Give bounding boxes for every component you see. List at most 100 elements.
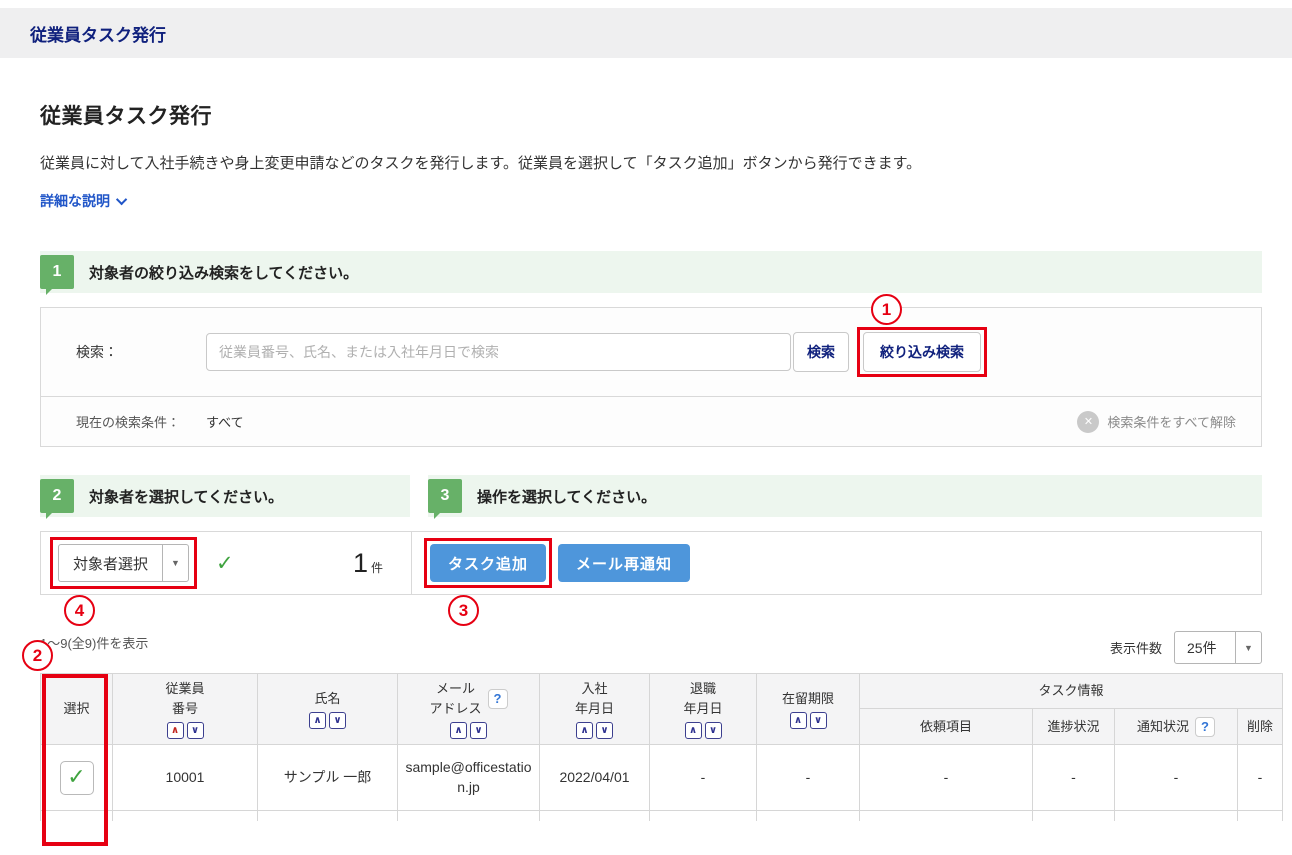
col-header-email-lines: メール アドレス	[429, 679, 481, 718]
cell-name: サンプル 一郎	[258, 745, 398, 811]
header-row-1: 選択 従業員 番号 ∧ ∨ 氏名 ∧ ∨	[41, 674, 1283, 709]
sort-asc-button[interactable]: ∧	[790, 712, 807, 729]
current-condition-label: 現在の検索条件：	[76, 412, 206, 431]
sort-buttons-employee-number: ∧ ∨	[167, 722, 204, 739]
chevron-down-icon	[116, 194, 127, 205]
filter-search-wrap: 絞り込み検索 1	[863, 332, 981, 372]
col-header-email-line1: メール	[429, 679, 481, 699]
col-header-residence-limit-label: 在留期限	[759, 689, 857, 709]
target-select-wrap: 対象者選択 ▼ 4	[58, 544, 189, 582]
step2-badge: 2	[40, 479, 74, 513]
sort-buttons-hire-date: ∧ ∨	[576, 722, 613, 739]
current-conditions-row: 現在の検索条件： すべて ✕ 検索条件をすべて解除	[41, 396, 1261, 446]
col-header-delete: 削除	[1238, 709, 1283, 745]
col-header-email-flex: メール アドレス ?	[400, 679, 537, 718]
cell-notify: -	[1115, 745, 1238, 811]
col-header-employee-number-line1: 従業員	[115, 679, 255, 699]
step1-text: 対象者の絞り込み検索をしてください。	[89, 262, 358, 283]
col-header-request-item: 依頼項目	[860, 709, 1033, 745]
add-task-button[interactable]: タスク追加	[430, 544, 546, 582]
col-header-employee-number: 従業員 番号 ∧ ∨	[113, 674, 258, 745]
clear-conditions-button[interactable]: ✕ 検索条件をすべて解除	[1077, 411, 1236, 433]
app-header: 従業員タスク発行	[0, 8, 1292, 58]
sort-desc-button[interactable]: ∨	[470, 722, 487, 739]
step3-banner: 3 操作を選択してください。	[428, 475, 1262, 517]
sort-asc-button[interactable]: ∧	[576, 722, 593, 739]
col-header-hire-date: 入社 年月日 ∧ ∨	[540, 674, 650, 745]
annotation-circle-4: 4	[64, 595, 95, 626]
table-row: ✓ 10001 サンプル 一郎 sample@officestation.jp …	[41, 745, 1283, 811]
per-page-group: 表示件数 25件 ▼	[1110, 631, 1262, 664]
sort-buttons-name: ∧ ∨	[309, 712, 346, 729]
sort-desc-button[interactable]: ∨	[705, 722, 722, 739]
col-header-notify: 通知状況 ?	[1115, 709, 1238, 745]
search-label: 検索：	[76, 342, 206, 362]
detail-description-link[interactable]: 詳細な説明	[40, 191, 127, 211]
sort-desc-button[interactable]: ∨	[329, 712, 346, 729]
sort-asc-button[interactable]: ∧	[450, 722, 467, 739]
col-header-select: 選択	[41, 674, 113, 745]
search-row: 検索： 検索 絞り込み検索 1	[41, 308, 1261, 396]
table-row-partial	[41, 811, 1283, 821]
search-button[interactable]: 検索	[793, 332, 849, 372]
page-description: 従業員に対して入社手続きや身上変更申請などのタスクを発行します。従業員を選択して…	[40, 152, 1262, 173]
col-header-progress: 進捗状況	[1033, 709, 1115, 745]
sort-desc-button[interactable]: ∨	[187, 722, 204, 739]
sort-asc-button[interactable]: ∧	[167, 722, 184, 739]
cell-request-item: -	[860, 745, 1033, 811]
target-select-label: 対象者選択	[59, 545, 162, 581]
col-header-name-label: 氏名	[260, 689, 395, 709]
col-header-residence-limit: 在留期限 ∧ ∨	[757, 674, 860, 745]
result-range-text: 1〜9(全9)件を表示	[40, 631, 148, 652]
selected-count-value: 1	[353, 548, 368, 579]
help-icon[interactable]: ?	[1195, 717, 1215, 737]
per-page-dropdown[interactable]: 25件 ▼	[1174, 631, 1262, 664]
sort-desc-button[interactable]: ∨	[596, 722, 613, 739]
sort-desc-button[interactable]: ∨	[810, 712, 827, 729]
clear-circle-icon: ✕	[1077, 411, 1099, 433]
col-header-notify-flex: 通知状況 ?	[1117, 717, 1235, 737]
col-header-email: メール アドレス ? ∧ ∨	[398, 674, 540, 745]
per-page-label: 表示件数	[1110, 638, 1162, 657]
cell-hire-date: 2022/04/01	[540, 745, 650, 811]
step1-banner: 1 対象者の絞り込み検索をしてください。	[40, 251, 1262, 293]
step2-text: 対象者を選択してください。	[89, 486, 283, 507]
cell-progress: -	[1033, 745, 1115, 811]
checkbox-check-icon: ✓	[67, 762, 85, 793]
app-header-title: 従業員タスク発行	[30, 21, 166, 46]
page-title: 従業員タスク発行	[40, 100, 1262, 130]
sort-buttons-email: ∧ ∨	[450, 722, 487, 739]
sort-asc-button[interactable]: ∧	[309, 712, 326, 729]
sort-buttons-residence-limit: ∧ ∨	[790, 712, 827, 729]
help-icon[interactable]: ?	[488, 689, 508, 709]
sort-asc-button[interactable]: ∧	[685, 722, 702, 739]
cell-retire-date: -	[650, 745, 757, 811]
step1-badge: 1	[40, 255, 74, 289]
cell-select: ✓	[41, 745, 113, 811]
annotation-circle-1: 1	[871, 294, 902, 325]
per-page-value: 25件	[1175, 632, 1235, 663]
search-input[interactable]	[206, 333, 791, 371]
current-condition-value: すべて	[206, 412, 244, 431]
detail-description-label: 詳細な説明	[40, 191, 110, 211]
dropdown-arrow-icon: ▼	[162, 545, 188, 581]
col-header-hire-date-line2: 年月日	[542, 699, 647, 719]
col-header-email-line2: アドレス	[429, 699, 481, 719]
dropdown-arrow-icon: ▼	[1235, 632, 1261, 663]
col-header-task-info: タスク情報	[860, 674, 1283, 709]
cell-delete: -	[1238, 745, 1283, 811]
step3-text: 操作を選択してください。	[477, 486, 656, 507]
selection-right: タスク追加 3 メール再通知	[411, 532, 1261, 594]
col-header-employee-number-line2: 番号	[115, 699, 255, 719]
cell-residence-limit: -	[757, 745, 860, 811]
filter-search-button[interactable]: 絞り込み検索	[863, 332, 981, 372]
selected-check-icon: ✓	[216, 551, 234, 576]
step2-banner: 2 対象者を選択してください。	[40, 475, 410, 517]
step3-badge: 3	[428, 479, 462, 513]
steps-row: 2 対象者を選択してください。 3 操作を選択してください。	[40, 475, 1262, 517]
col-header-retire-date-line1: 退職	[652, 679, 754, 699]
target-select-dropdown[interactable]: 対象者選択 ▼	[58, 544, 189, 582]
resend-mail-button[interactable]: メール再通知	[558, 544, 690, 582]
row-checkbox[interactable]: ✓	[60, 761, 94, 795]
add-task-wrap: タスク追加 3	[430, 544, 546, 582]
